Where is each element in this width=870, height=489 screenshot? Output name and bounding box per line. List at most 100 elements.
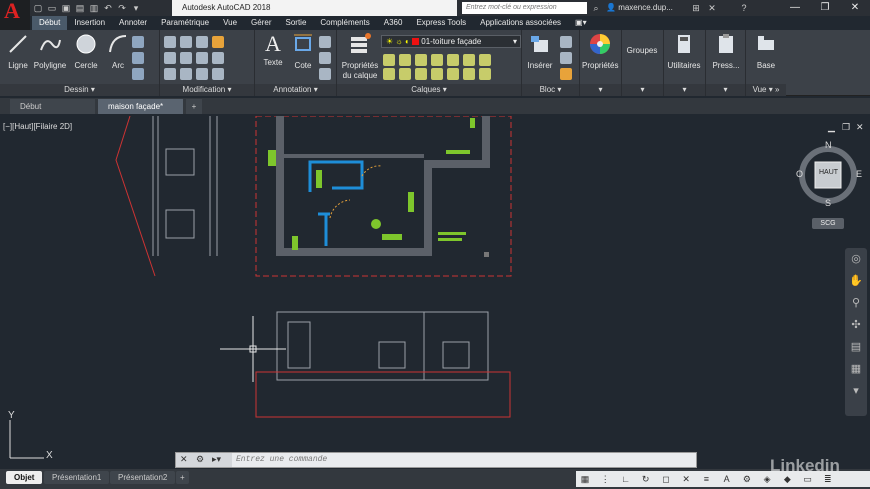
- panel-expand-presse[interactable]: ▾: [706, 84, 745, 96]
- ortho-icon[interactable]: ∟: [618, 472, 632, 486]
- viewcube-north[interactable]: N: [825, 140, 832, 150]
- mirror-icon[interactable]: [180, 52, 192, 64]
- new-tab-button[interactable]: +: [186, 99, 202, 114]
- attribute-icon[interactable]: [560, 68, 572, 80]
- print-icon[interactable]: ▥: [88, 2, 100, 14]
- panel-expand-utilitaires[interactable]: ▾: [664, 84, 705, 96]
- help-icon[interactable]: ?: [738, 2, 750, 14]
- copy-icon[interactable]: [164, 52, 176, 64]
- layer-tool-icon[interactable]: [415, 54, 427, 66]
- maximize-button[interactable]: ❐: [810, 0, 840, 16]
- polar-icon[interactable]: ↻: [639, 472, 653, 486]
- create-block-icon[interactable]: [560, 36, 572, 48]
- tab-vue[interactable]: Vue: [216, 16, 244, 30]
- layer-tool-icon[interactable]: [447, 54, 459, 66]
- move-icon[interactable]: [164, 36, 176, 48]
- utilities-button[interactable]: Utilitaires: [666, 32, 702, 71]
- leader-icon[interactable]: [319, 36, 331, 48]
- recent-commands-icon[interactable]: ▸▾: [212, 454, 221, 465]
- layout-tab-presentation1[interactable]: Présentation1: [44, 471, 110, 484]
- layer-tool-icon[interactable]: [399, 54, 411, 66]
- viewcube-west[interactable]: O: [796, 169, 803, 179]
- user-account[interactable]: 👤 maxence.dup...: [606, 2, 673, 14]
- osnap-icon[interactable]: ◻: [659, 472, 673, 486]
- viewcube-south[interactable]: S: [825, 198, 831, 208]
- layout-tab-presentation2[interactable]: Présentation2: [110, 471, 176, 484]
- wcs-menu[interactable]: SCG: [812, 218, 844, 229]
- edit-block-icon[interactable]: [560, 52, 572, 64]
- fillet-icon[interactable]: [196, 52, 208, 64]
- steering-wheel-icon[interactable]: ◎: [845, 248, 867, 270]
- app-menu-button[interactable]: A: [0, 0, 30, 30]
- drawing-canvas[interactable]: [−][Haut][Filaire 2D] ▁ ❐ ✕ Y X HAUT N S…: [0, 116, 870, 469]
- undo-icon[interactable]: ↶: [102, 2, 114, 14]
- rectangle-icon[interactable]: [132, 36, 144, 48]
- redo-icon[interactable]: ↷: [116, 2, 128, 14]
- tab-insertion[interactable]: Insertion: [67, 16, 112, 30]
- snap-icon[interactable]: ⋮: [598, 472, 612, 486]
- add-layout-button[interactable]: +: [176, 471, 189, 484]
- layer-tool-icon[interactable]: [431, 54, 443, 66]
- zoom-icon[interactable]: ⚲: [845, 292, 867, 314]
- save-as-icon[interactable]: ▤: [74, 2, 86, 14]
- doc-tab-maison-facade[interactable]: maison façade* ✕: [98, 99, 183, 126]
- wrench-icon[interactable]: ⚙: [196, 454, 204, 465]
- hatch-icon[interactable]: [132, 52, 144, 64]
- array-icon[interactable]: [196, 68, 208, 80]
- current-layer-select[interactable]: ☀ ☼ ◐ 01-toiture façade ▾: [381, 35, 521, 48]
- layer-tool-icon[interactable]: [431, 68, 443, 80]
- properties-button[interactable]: Propriétés: [582, 32, 618, 71]
- layer-tool-icon[interactable]: [479, 54, 491, 66]
- trim-icon[interactable]: [196, 36, 208, 48]
- clipboard-button[interactable]: Press...: [708, 32, 744, 71]
- tab-gerer[interactable]: Gérer: [244, 16, 278, 30]
- layer-tool-icon[interactable]: [447, 68, 459, 80]
- table-annot-icon[interactable]: [319, 52, 331, 64]
- erase-icon[interactable]: [212, 36, 224, 48]
- tab-a360[interactable]: A360: [377, 16, 410, 30]
- offset-icon[interactable]: [212, 68, 224, 80]
- exchange-icon[interactable]: ✕: [706, 2, 718, 14]
- explode-icon[interactable]: [212, 52, 224, 64]
- scale-icon[interactable]: [180, 68, 192, 80]
- layer-tool-icon[interactable]: [479, 68, 491, 80]
- save-icon[interactable]: ▣: [60, 2, 72, 14]
- layer-tool-icon[interactable]: [383, 68, 395, 80]
- search-input[interactable]: Entrez mot-clé ou expression: [462, 2, 587, 14]
- minimize-button[interactable]: —: [780, 0, 810, 16]
- tab-debut[interactable]: Début: [32, 16, 68, 30]
- dimension-tool-button[interactable]: Cote: [285, 32, 321, 71]
- panel-title-vue[interactable]: Vue ▾ »: [746, 84, 786, 96]
- layer-tool-icon[interactable]: [463, 68, 475, 80]
- viewcube-face-label[interactable]: HAUT: [819, 169, 838, 176]
- close-button[interactable]: ✕: [840, 0, 870, 16]
- annotation-scale-icon[interactable]: A: [720, 472, 734, 486]
- grid-icon[interactable]: ▦: [578, 472, 592, 486]
- panel-expand-proprietes[interactable]: ▾: [580, 84, 621, 96]
- doc-tab-debut[interactable]: Début: [10, 99, 95, 114]
- layer-tool-icon[interactable]: [463, 54, 475, 66]
- insert-block-button[interactable]: Insérer: [522, 32, 558, 71]
- tab-sortie[interactable]: Sortie: [279, 16, 314, 30]
- layer-tool-icon[interactable]: [415, 68, 427, 80]
- tab-annoter[interactable]: Annoter: [112, 16, 154, 30]
- panel-title-dessin[interactable]: Dessin ▾: [0, 84, 159, 96]
- share-icon[interactable]: ▾: [130, 2, 142, 14]
- panel-title-modification[interactable]: Modification ▾: [160, 84, 254, 96]
- markup-icon[interactable]: [319, 68, 331, 80]
- layer-properties-button[interactable]: Propriétés du calque: [339, 32, 381, 81]
- pan-icon[interactable]: ✋: [845, 270, 867, 292]
- nav-customize-icon[interactable]: ▾: [845, 380, 867, 402]
- ribbon-options-icon[interactable]: ▣▾: [568, 16, 594, 30]
- layer-tool-icon[interactable]: [383, 54, 395, 66]
- lineweight-icon[interactable]: ≡: [699, 472, 713, 486]
- command-input[interactable]: Entrez une commande: [236, 453, 327, 467]
- tab-express-tools[interactable]: Express Tools: [409, 16, 473, 30]
- showmotion-icon[interactable]: ▤: [845, 336, 867, 358]
- table-icon[interactable]: [132, 68, 144, 80]
- groups-button[interactable]: Groupes: [624, 46, 660, 56]
- circle-tool-button[interactable]: Cercle: [68, 32, 104, 71]
- tab-applications[interactable]: Applications associées: [473, 16, 568, 30]
- panel-title-calques[interactable]: Calques ▾: [337, 84, 521, 96]
- cart-icon[interactable]: ⊞: [690, 2, 702, 14]
